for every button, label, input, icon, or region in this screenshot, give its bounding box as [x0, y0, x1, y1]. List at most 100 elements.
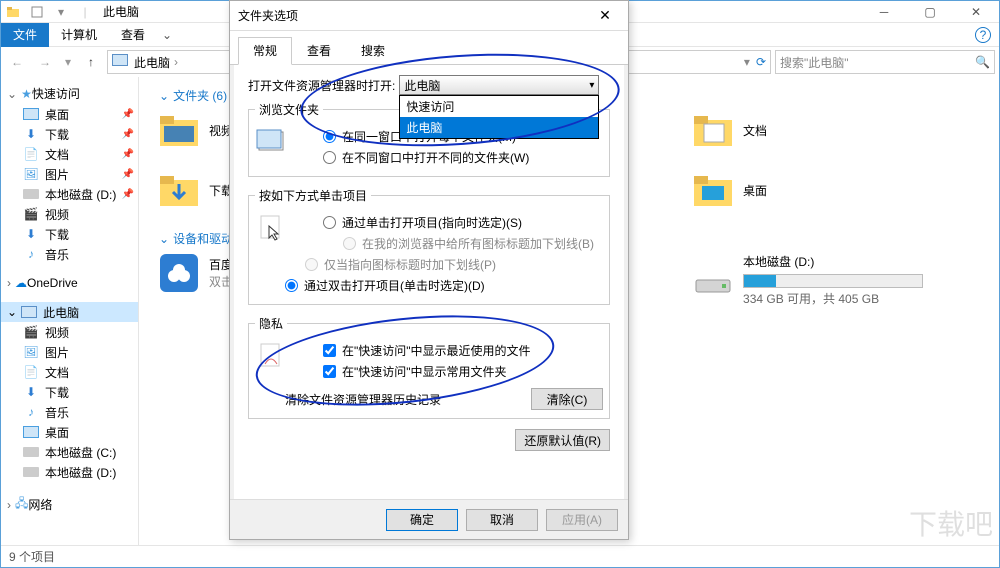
restore-defaults-button[interactable]: 还原默认值(R): [515, 429, 610, 451]
search-input[interactable]: 搜索"此电脑" 🔍: [775, 50, 995, 74]
help-icon[interactable]: ?: [975, 27, 991, 43]
nav-back-button[interactable]: ←: [5, 50, 29, 74]
checkbox-recent-files[interactable]: [323, 344, 336, 357]
pictures-icon: 🖼: [23, 166, 39, 182]
address-dropdown-icon[interactable]: ▾: [744, 55, 750, 69]
dialog-tabs: 常规 查看 搜索: [230, 31, 628, 65]
chevron-down-icon: ▾: [589, 80, 594, 91]
documents-icon: 📄: [23, 146, 39, 162]
clear-button[interactable]: 清除(C): [531, 388, 603, 410]
select-option[interactable]: 此电脑: [400, 117, 598, 138]
drive-icon: [693, 260, 733, 300]
breadcrumb-chevron-icon[interactable]: ›: [174, 55, 178, 69]
nav-item[interactable]: ⬇下载: [1, 382, 138, 402]
address-text: 此电脑: [134, 54, 170, 71]
music-icon: ♪: [23, 404, 39, 420]
nav-recent-dropdown[interactable]: ▾: [61, 50, 75, 74]
folder-desktop[interactable]: 桌面: [693, 170, 767, 210]
minimize-button[interactable]: ─: [861, 1, 907, 23]
nav-item[interactable]: 本地磁盘 (D:): [1, 462, 138, 482]
nav-group-this-pc[interactable]: ⌄ 此电脑: [1, 302, 138, 322]
pin-icon: 📌: [122, 129, 134, 140]
app-baidu[interactable]: 百度 双击: [159, 253, 233, 293]
nav-item-desktop[interactable]: 桌面📌: [1, 104, 138, 124]
maximize-button[interactable]: ▢: [907, 1, 953, 23]
pin-icon: 📌: [122, 109, 134, 120]
radio-diff-window[interactable]: [323, 151, 336, 164]
nav-group-onedrive[interactable]: › ☁ OneDrive: [1, 274, 138, 292]
nav-up-button[interactable]: ↑: [79, 50, 103, 74]
refresh-icon[interactable]: ⟳: [756, 55, 766, 69]
drive-free-text: 334 GB 可用，共 405 GB: [743, 290, 923, 307]
baidu-cloud-icon: [159, 253, 199, 293]
downloads-big-icon: [159, 170, 199, 210]
nav-item-pictures[interactable]: 🖼图片📌: [1, 164, 138, 184]
downloads-icon: ⬇: [23, 126, 39, 142]
drive-d[interactable]: 本地磁盘 (D:) 334 GB 可用，共 405 GB: [693, 253, 923, 307]
dialog-close-button[interactable]: ✕: [590, 7, 620, 24]
star-icon: ★: [21, 87, 32, 101]
open-target-select[interactable]: 此电脑 ▾: [399, 75, 599, 95]
privacy-legend: 隐私: [255, 315, 287, 332]
select-dropdown: 快速访问 此电脑: [399, 95, 599, 139]
privacy-group: 隐私 在"快速访问"中显示最近使用的文件 在"快速访问"中显示常用文件夹 清除文…: [248, 315, 610, 419]
nav-item[interactable]: 桌面: [1, 422, 138, 442]
drive-label: 本地磁盘 (D:): [743, 253, 923, 270]
cursor-icon: [255, 212, 287, 244]
documents-big-icon: [693, 110, 733, 150]
tab-file[interactable]: 文件: [1, 23, 49, 47]
radio-underline-all: [343, 237, 356, 250]
qat-properties-icon[interactable]: [27, 2, 47, 22]
open-explorer-label: 打开文件资源管理器时打开:: [248, 77, 395, 94]
nav-item-disk-d[interactable]: 本地磁盘 (D:)📌: [1, 184, 138, 204]
click-items-group: 按如下方式单击项目 通过单击打开项目(指向时选定)(S) 在我的浏览器中给所有图…: [248, 187, 610, 305]
checkbox-frequent-folders[interactable]: [323, 365, 336, 378]
disk-icon: [23, 186, 39, 202]
nav-item[interactable]: ♪音乐: [1, 402, 138, 422]
folder-videos[interactable]: 视频: [159, 110, 233, 150]
ok-button[interactable]: 确定: [386, 509, 458, 531]
pin-icon: 📌: [122, 149, 134, 160]
search-icon: 🔍: [975, 55, 990, 69]
nav-item-videos[interactable]: 🎬视频: [1, 204, 138, 224]
nav-group-quick-access[interactable]: ⌄ ★ 快速访问: [1, 83, 138, 104]
nav-forward-button[interactable]: →: [33, 50, 57, 74]
radio-single-click[interactable]: [323, 216, 336, 229]
nav-item-music[interactable]: ♪音乐: [1, 244, 138, 264]
nav-item-downloads2[interactable]: ⬇下载: [1, 224, 138, 244]
click-legend: 按如下方式单击项目: [255, 187, 371, 204]
videos-icon: 🎬: [23, 324, 39, 340]
tab-general[interactable]: 常规: [238, 37, 292, 65]
nav-item-downloads[interactable]: ⬇下载📌: [1, 124, 138, 144]
nav-group-network[interactable]: › 🖧 网络: [1, 492, 138, 517]
music-icon: ♪: [23, 246, 39, 262]
videos-big-icon: [159, 110, 199, 150]
search-placeholder: 搜索"此电脑": [780, 54, 849, 71]
tab-computer[interactable]: 计算机: [49, 22, 109, 47]
nav-item[interactable]: 🎬视频: [1, 322, 138, 342]
desktop-icon: [23, 424, 39, 440]
tab-view[interactable]: 查看: [292, 37, 346, 64]
tab-search[interactable]: 搜索: [346, 37, 400, 64]
nav-item[interactable]: 🖼图片: [1, 342, 138, 362]
cancel-button[interactable]: 取消: [466, 509, 538, 531]
ribbon-expand-icon[interactable]: ⌄: [157, 28, 177, 42]
folder-downloads[interactable]: 下载: [159, 170, 233, 210]
qat-sep: |: [75, 2, 95, 22]
pin-icon: 📌: [122, 169, 134, 180]
qat-dropdown-icon[interactable]: ▾: [51, 2, 71, 22]
folder-options-dialog: 文件夹选项 ✕ 常规 查看 搜索 打开文件资源管理器时打开: 此电脑 ▾ 快速访…: [229, 0, 629, 540]
close-button[interactable]: ✕: [953, 1, 999, 23]
folder-documents[interactable]: 文档: [693, 110, 767, 150]
select-option[interactable]: 快速访问: [400, 96, 598, 117]
folder-app-icon: [3, 2, 23, 22]
apply-button[interactable]: 应用(A): [546, 509, 618, 531]
tab-view[interactable]: 查看: [109, 22, 157, 47]
nav-item-documents[interactable]: 📄文档📌: [1, 144, 138, 164]
onedrive-label: OneDrive: [27, 276, 78, 290]
radio-double-click[interactable]: [285, 279, 298, 292]
downloads-icon: ⬇: [23, 384, 39, 400]
nav-item[interactable]: 📄文档: [1, 362, 138, 382]
nav-item[interactable]: 本地磁盘 (C:): [1, 442, 138, 462]
radio-same-window[interactable]: [323, 130, 336, 143]
